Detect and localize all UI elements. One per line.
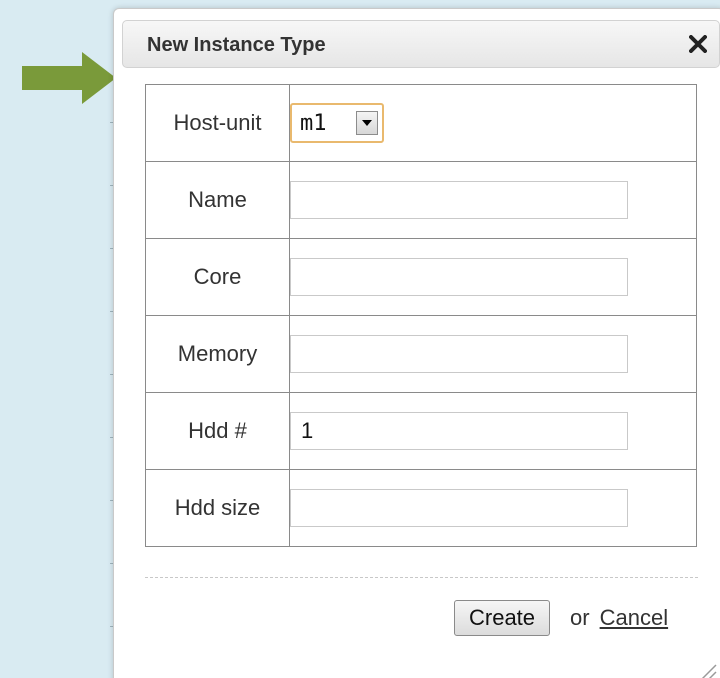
memory-label: Memory xyxy=(145,315,290,393)
form-row-hdd-size: Hdd size xyxy=(145,469,697,547)
new-instance-type-dialog: New Instance Type Host-unit m1 Name Core… xyxy=(113,8,720,678)
core-input[interactable] xyxy=(290,258,628,296)
close-button[interactable] xyxy=(681,27,715,61)
footer-divider xyxy=(145,577,698,578)
arrow-right-icon xyxy=(22,52,116,104)
core-cell xyxy=(289,238,697,316)
name-input[interactable] xyxy=(290,181,628,219)
form-row-host-unit: Host-unit m1 xyxy=(145,84,697,162)
name-cell xyxy=(289,161,697,239)
create-button[interactable]: Create xyxy=(454,600,551,636)
hdd-count-cell xyxy=(289,392,697,470)
core-label: Core xyxy=(145,238,290,316)
cancel-link[interactable]: Cancel xyxy=(600,605,668,631)
resize-grip-icon[interactable] xyxy=(692,659,718,678)
hdd-size-label: Hdd size xyxy=(145,469,290,547)
host-unit-cell: m1 xyxy=(289,84,697,162)
form-row-name: Name xyxy=(145,161,697,239)
memory-input[interactable] xyxy=(290,335,628,373)
hdd-size-input[interactable] xyxy=(290,489,628,527)
hdd-size-cell xyxy=(289,469,697,547)
instance-form-table: Host-unit m1 Name Core Memory Hdd # 1 Hd… xyxy=(145,84,697,547)
hdd-count-label: Hdd # xyxy=(145,392,290,470)
chevron-down-icon[interactable] xyxy=(356,111,378,135)
dialog-footer: Create or Cancel xyxy=(454,600,668,636)
host-unit-label: Host-unit xyxy=(145,84,290,162)
form-row-memory: Memory xyxy=(145,315,697,393)
or-text: or xyxy=(570,605,590,630)
form-row-hdd-count: Hdd # xyxy=(145,392,697,470)
close-icon xyxy=(689,35,707,53)
hdd-count-input[interactable] xyxy=(290,412,628,450)
dialog-title: New Instance Type xyxy=(147,34,326,56)
memory-cell xyxy=(289,315,697,393)
name-label: Name xyxy=(145,161,290,239)
host-unit-select[interactable]: m1 xyxy=(290,103,384,143)
form-row-core: Core xyxy=(145,238,697,316)
host-unit-select-value: m1 xyxy=(300,110,327,136)
dialog-titlebar[interactable]: New Instance Type xyxy=(122,20,720,68)
